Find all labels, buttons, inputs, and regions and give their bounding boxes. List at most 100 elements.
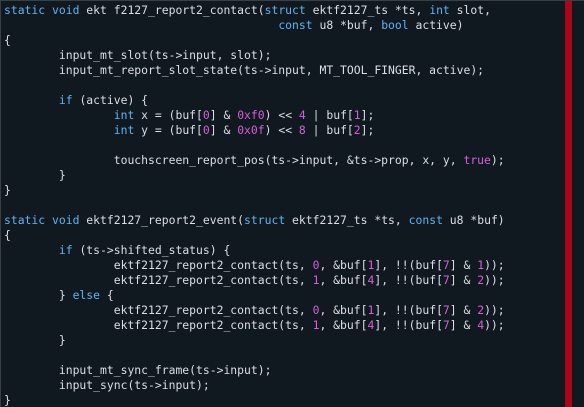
- code-text: {: [100, 288, 114, 302]
- code-text: ] &: [449, 318, 478, 332]
- code-keyword: bool: [381, 18, 409, 32]
- code-literal: 8: [298, 123, 306, 137]
- code-keyword: static void: [4, 213, 80, 227]
- code-line: input_mt_sync_frame(ts->input);: [4, 363, 505, 378]
- code-keyword: if: [58, 93, 73, 107]
- code-line: ​: [4, 138, 505, 153]
- code-line: }: [4, 393, 505, 407]
- code-literal: 0xf0: [237, 108, 265, 122]
- code-literal: 0: [202, 123, 210, 137]
- code-line: ektf2127_report2_contact(ts, 1, &buf[4],…: [4, 318, 505, 333]
- code-keyword: int: [429, 3, 450, 17]
- code-text: touchscreen_report_pos(ts->input, &ts->p…: [4, 153, 464, 167]
- code-text: slot,: [449, 3, 491, 17]
- code-literal: 7: [442, 303, 450, 317]
- code-line: static void ektf2127_report2_event(struc…: [4, 213, 505, 228]
- code-text: ] &: [449, 273, 478, 287]
- code-line: ​: [4, 348, 505, 363]
- code-text: input_mt_report_slot_state(ts->input, MT…: [4, 63, 485, 77]
- code-keyword: int: [113, 123, 135, 137]
- code-text: ];: [360, 108, 375, 122]
- code-text: }: [4, 393, 11, 407]
- code-line: ektf2127_report2_contact(ts, 0, &buf[1],…: [4, 303, 505, 318]
- code-text: ektf2127_report2_contact(ts,: [4, 258, 313, 272]
- code-area[interactable]: static void ekt f2127_report2_contact(st…: [4, 3, 505, 407]
- code-line: }: [4, 333, 505, 348]
- code-text: ));: [484, 273, 505, 287]
- code-literal: 7: [442, 273, 450, 287]
- code-text: , &buf[: [319, 273, 368, 287]
- code-line: static void ekt f2127_report2_contact(st…: [4, 3, 505, 18]
- code-literal: 0x0f: [237, 123, 265, 137]
- code-literal: 2: [353, 123, 361, 137]
- code-line: {: [4, 33, 505, 48]
- code-line: input_sync(ts->input);: [4, 378, 505, 393]
- code-text: ) <<: [264, 108, 299, 122]
- code-literal: 7: [442, 318, 450, 332]
- code-text: | buf[: [305, 108, 354, 122]
- code-text: ];: [360, 123, 375, 137]
- code-text: u8 *buf): [442, 213, 505, 227]
- code-text: ], !!(buf[: [374, 273, 443, 287]
- code-literal: 7: [442, 258, 450, 272]
- code-text: ] &: [209, 123, 238, 137]
- code-text: ekt f2127_report2_contact(: [79, 3, 265, 17]
- code-text: input_mt_slot(ts->input, slot);: [4, 48, 272, 62]
- code-text: | buf[: [305, 123, 354, 137]
- code-line: } else {: [4, 288, 505, 303]
- code-line: }: [4, 183, 505, 198]
- code-text: ektf2127_report2_contact(ts,: [4, 303, 313, 317]
- code-line: if (active) {: [4, 93, 505, 108]
- code-text: active): [408, 18, 464, 32]
- code-text: input_sync(ts->input);: [4, 378, 210, 392]
- code-text: {: [4, 228, 11, 242]
- code-text: ));: [484, 303, 505, 317]
- code-line: input_mt_slot(ts->input, slot);: [4, 48, 505, 63]
- code-text: ));: [484, 258, 505, 272]
- code-text: ektf2127_report2_event(: [79, 213, 245, 227]
- code-line: ​: [4, 78, 505, 93]
- code-keyword: struct: [244, 213, 286, 227]
- code-text: }: [4, 183, 11, 197]
- code-text: y = (buf[: [134, 123, 203, 137]
- code-keyword: else: [72, 288, 101, 302]
- code-literal: 1: [353, 108, 361, 122]
- code-text: (ts->shifted_status) {: [72, 243, 231, 257]
- code-line: {: [4, 228, 505, 243]
- code-line: const u8 *buf, bool active): [4, 18, 505, 33]
- code-line: ektf2127_report2_contact(ts, 1, &buf[4],…: [4, 273, 505, 288]
- code-editor[interactable]: static void ekt f2127_report2_contact(st…: [0, 0, 584, 407]
- code-text: , &buf[: [319, 303, 368, 317]
- code-text: ] &: [209, 108, 238, 122]
- code-keyword: struct: [264, 3, 306, 17]
- code-text: ektf2127_ts *ts,: [305, 3, 430, 17]
- code-text: {: [4, 33, 11, 47]
- code-text: ] &: [449, 258, 478, 272]
- code-text: , &buf[: [319, 258, 368, 272]
- code-text: }: [4, 168, 66, 182]
- code-text: ], !!(buf[: [374, 258, 443, 272]
- code-line: touchscreen_report_pos(ts->input, &ts->p…: [4, 153, 505, 168]
- code-text: ) <<: [264, 123, 299, 137]
- code-line: int y = (buf[0] & 0x0f) << 8 | buf[2];: [4, 123, 505, 138]
- code-line: int x = (buf[0] & 0xf0) << 4 | buf[1];: [4, 108, 505, 123]
- code-keyword: int: [113, 108, 135, 122]
- code-text: ektf2127_report2_contact(ts,: [4, 318, 313, 332]
- code-text: ], !!(buf[: [374, 318, 443, 332]
- code-literal: true: [463, 153, 491, 167]
- code-line: }: [4, 168, 505, 183]
- code-text: , &buf[: [319, 318, 368, 332]
- code-keyword: const: [278, 18, 313, 32]
- code-line: input_mt_report_slot_state(ts->input, MT…: [4, 63, 505, 78]
- code-text: ektf2127_report2_contact(ts,: [4, 273, 313, 287]
- editor-right-margin: [572, 1, 584, 407]
- code-text: x = (buf[: [134, 108, 203, 122]
- code-text: u8 *buf,: [312, 18, 382, 32]
- code-keyword: if: [58, 243, 73, 257]
- code-literal: 4: [298, 108, 306, 122]
- code-text: );: [490, 153, 505, 167]
